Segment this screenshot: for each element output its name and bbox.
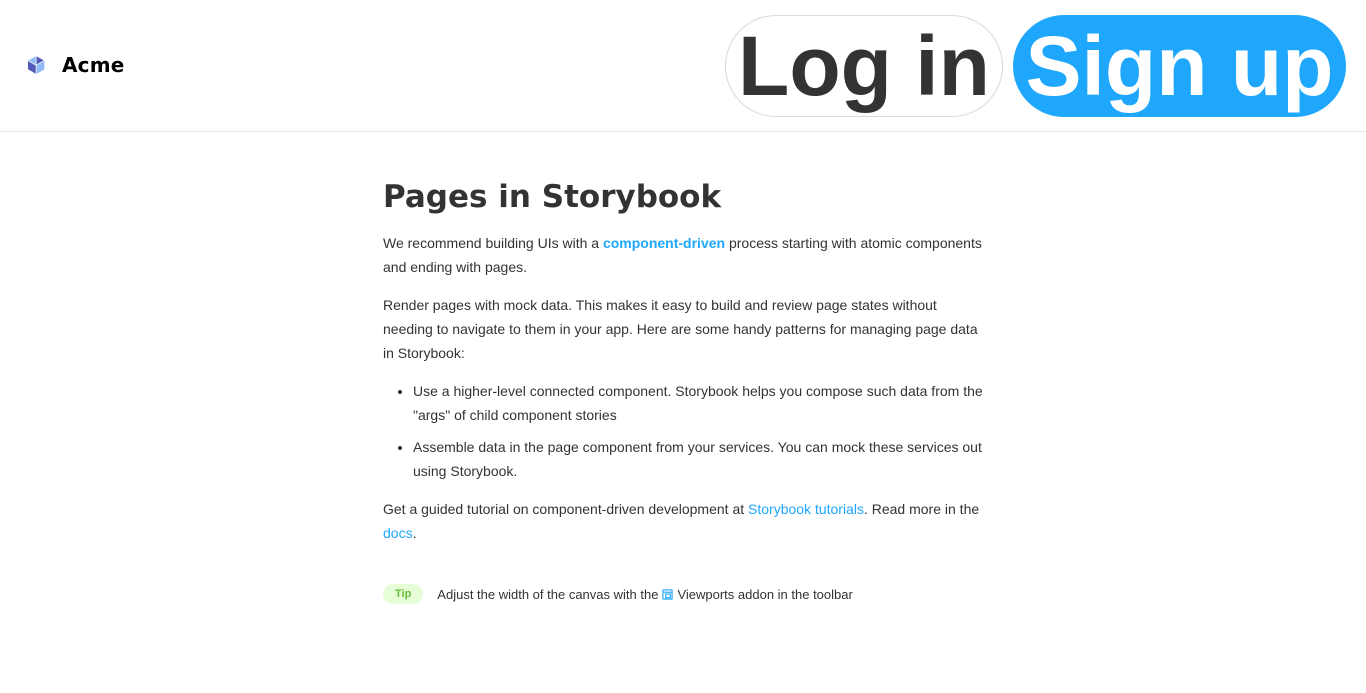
intro-text-start: We recommend building UIs with a	[383, 235, 603, 251]
tip-badge: Tip	[383, 584, 424, 604]
tutorial-text-middle: . Read more in the	[863, 501, 980, 517]
page-header: Acme Log in Sign up	[0, 0, 1366, 132]
acme-logo-icon	[27, 56, 45, 74]
tip-text-start: Adjust the width of the canvas with the	[437, 586, 659, 602]
viewport-icon	[662, 588, 674, 600]
mock-data-paragraph: Render pages with mock data. This makes …	[383, 297, 978, 361]
page-content: Pages in Storybook We recommend building…	[383, 177, 985, 559]
login-button[interactable]: Log in	[725, 15, 1003, 117]
tip-text-end: Viewports addon in the toolbar	[677, 586, 853, 602]
storybook-tutorials-link[interactable]: Storybook tutorials	[748, 501, 864, 517]
patterns-list: Use a higher-level connected component. …	[383, 379, 985, 483]
list-item: Assemble data in the page component from…	[413, 435, 985, 483]
intro-paragraph: We recommend building UIs with a compone…	[383, 231, 985, 279]
component-driven-link[interactable]: component-driven	[603, 235, 725, 251]
signup-button[interactable]: Sign up	[1013, 15, 1346, 117]
tip-wrapper: Tip Adjust the width of the canvas with …	[383, 584, 853, 604]
brand[interactable]: Acme	[24, 53, 125, 77]
brand-name: Acme	[62, 53, 125, 77]
tutorial-text-end: .	[412, 525, 417, 541]
tutorial-text-start: Get a guided tutorial on component-drive…	[383, 501, 749, 517]
page-title: Pages in Storybook	[383, 179, 722, 215]
docs-link[interactable]: docs	[383, 525, 413, 541]
list-item: Use a higher-level connected component. …	[413, 379, 985, 427]
tutorial-paragraph: Get a guided tutorial on component-drive…	[383, 497, 985, 545]
